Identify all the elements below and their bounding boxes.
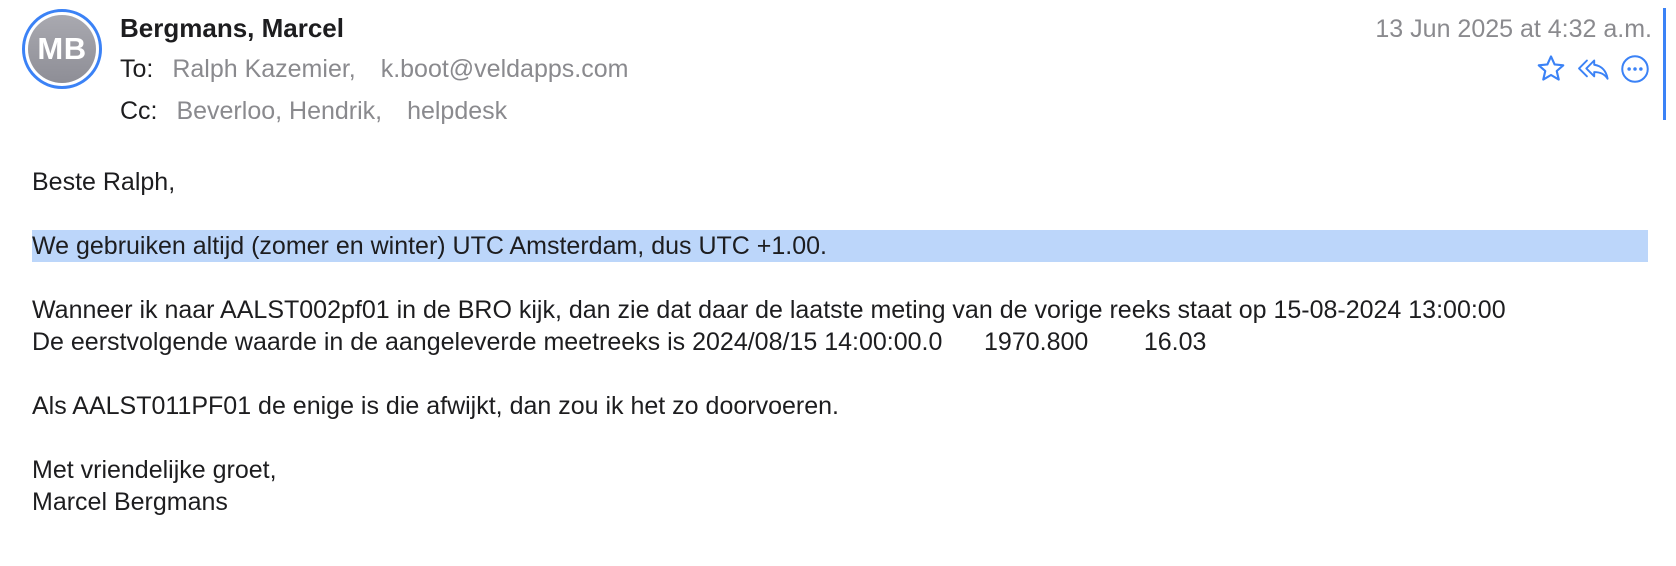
- cc-recipient[interactable]: Beverloo, Hendrik,: [176, 97, 382, 125]
- accent-bar: [1663, 8, 1666, 120]
- to-recipient[interactable]: Ralph Kazemier,: [172, 55, 355, 83]
- body-line: Als AALST011PF01 de enige is die afwijkt…: [32, 392, 839, 420]
- cc-recipient[interactable]: helpdesk: [407, 97, 507, 125]
- to-recipient[interactable]: k.boot@veldapps.com: [381, 55, 629, 83]
- more-icon: [1621, 55, 1649, 83]
- flag-button[interactable]: [1534, 52, 1568, 86]
- star-icon: [1537, 55, 1565, 81]
- avatar: MB: [28, 15, 96, 83]
- closing: Met vriendelijke groet,: [32, 456, 277, 484]
- more-button[interactable]: [1618, 52, 1652, 86]
- message-actions: [1534, 52, 1652, 86]
- cc-label: Cc:: [120, 97, 158, 125]
- greeting: Beste Ralph,: [32, 168, 176, 196]
- signature: Marcel Bergmans: [32, 488, 228, 516]
- message-date: 13 Jun 2025 at 4:32 a.m.: [1375, 15, 1652, 43]
- message-body[interactable]: Beste Ralph, We gebruiken altijd (zomer …: [32, 166, 1654, 518]
- to-label: To:: [120, 55, 154, 83]
- sender-name[interactable]: Bergmans, Marcel: [120, 13, 344, 44]
- avatar-ring[interactable]: MB: [22, 9, 102, 89]
- cc-row: Cc: Beverloo, Hendrik, helpdesk: [120, 97, 507, 126]
- reply-all-icon: [1578, 59, 1609, 80]
- selected-text[interactable]: We gebruiken altijd (zomer en winter) UT…: [32, 230, 1648, 262]
- body-line: De eerstvolgende waarde in de aangelever…: [32, 328, 1207, 356]
- reply-all-button[interactable]: [1576, 52, 1610, 86]
- to-row: To: Ralph Kazemier, k.boot@veldapps.com: [120, 55, 628, 84]
- body-line: Wanneer ik naar AALST002pf01 in de BRO k…: [32, 296, 1506, 324]
